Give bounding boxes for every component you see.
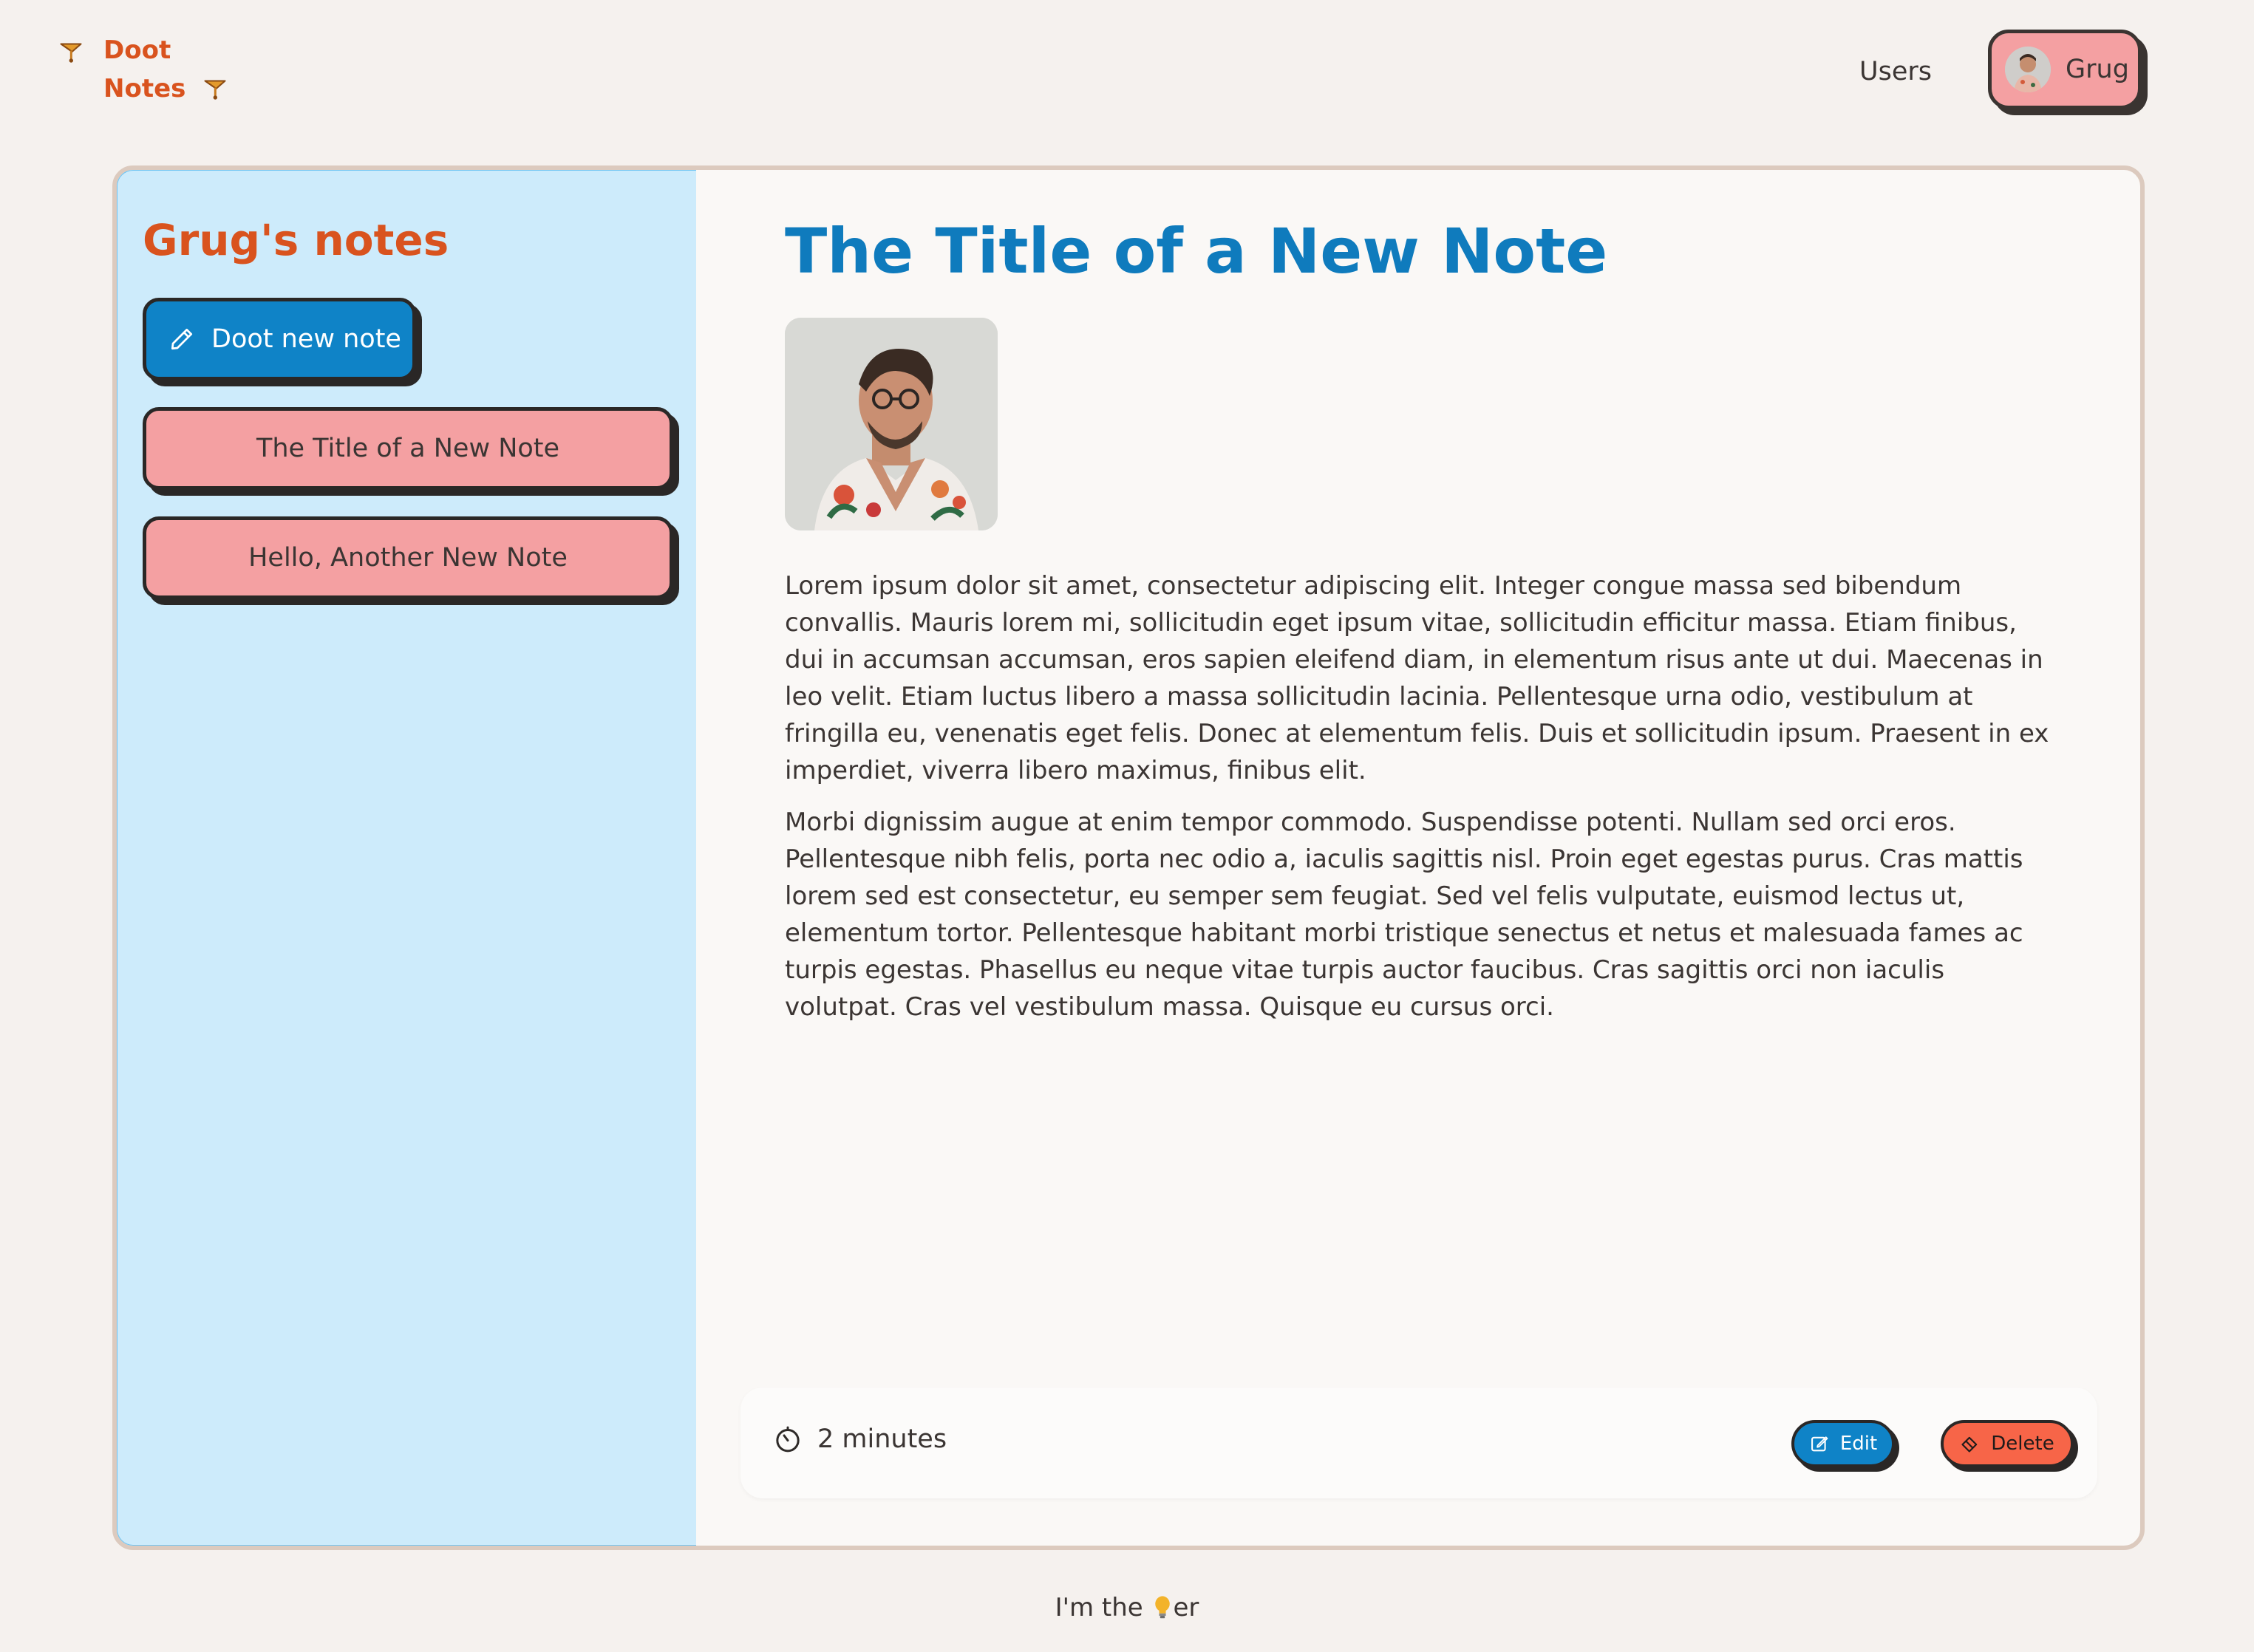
user-name: Grug bbox=[2066, 55, 2129, 84]
edit-label: Edit bbox=[1839, 1433, 1878, 1455]
app-logo[interactable]: Doot Notes bbox=[58, 31, 228, 108]
pencil-icon bbox=[171, 328, 193, 350]
updated-time: 2 minutes bbox=[773, 1424, 947, 1454]
edit-icon bbox=[1811, 1436, 1828, 1452]
note-list-item-label: Hello, Another New Note bbox=[248, 543, 568, 573]
note-list-item-label: The Title of a New Note bbox=[256, 434, 560, 463]
tagline-after: er bbox=[1173, 1593, 1199, 1622]
trumpet-icon bbox=[60, 43, 82, 63]
delete-button[interactable]: Delete bbox=[1941, 1420, 2074, 1467]
notes-sidebar: Grug's notes Doot new note The Title of … bbox=[117, 170, 696, 1546]
note-list-item[interactable]: Hello, Another New Note bbox=[143, 516, 673, 599]
trumpet-icon bbox=[204, 80, 226, 100]
users-link[interactable]: Users bbox=[1859, 50, 1932, 93]
note-footer: 2 minutes Edit Delete bbox=[740, 1388, 2097, 1498]
avatar bbox=[2005, 47, 2051, 92]
eraser-icon bbox=[1961, 1436, 1978, 1453]
tagline-before: I'm the bbox=[1055, 1593, 1151, 1622]
lightbulb-icon bbox=[1154, 1596, 1170, 1619]
user-profile-button[interactable]: Grug bbox=[1988, 30, 2142, 109]
sidebar-title: Grug's notes bbox=[143, 215, 449, 265]
new-note-label: Doot new note bbox=[211, 324, 401, 354]
updated-time-text: 2 minutes bbox=[817, 1424, 947, 1454]
note-list-item[interactable]: The Title of a New Note bbox=[143, 407, 673, 490]
note-title: The Title of a New Note bbox=[785, 215, 1608, 287]
logo-text-line2: Notes bbox=[103, 74, 186, 103]
note-paragraph: Lorem ipsum dolor sit amet, consectetur … bbox=[785, 571, 2049, 785]
note-image bbox=[785, 318, 998, 530]
notes-panel: Grug's notes Doot new note The Title of … bbox=[112, 165, 2145, 1550]
note-body: Lorem ipsum dolor sit amet, consectetur … bbox=[785, 567, 2056, 1040]
note-paragraph: Morbi dignissim augue at enim tempor com… bbox=[785, 808, 2023, 1022]
new-note-button[interactable]: Doot new note bbox=[143, 298, 416, 380]
delete-label: Delete bbox=[1991, 1433, 2054, 1455]
logo-text-line1: Doot bbox=[103, 35, 171, 65]
timer-icon bbox=[776, 1426, 800, 1453]
edit-button[interactable]: Edit bbox=[1791, 1420, 1895, 1467]
footer-tagline: I'm the er bbox=[0, 1593, 2254, 1622]
